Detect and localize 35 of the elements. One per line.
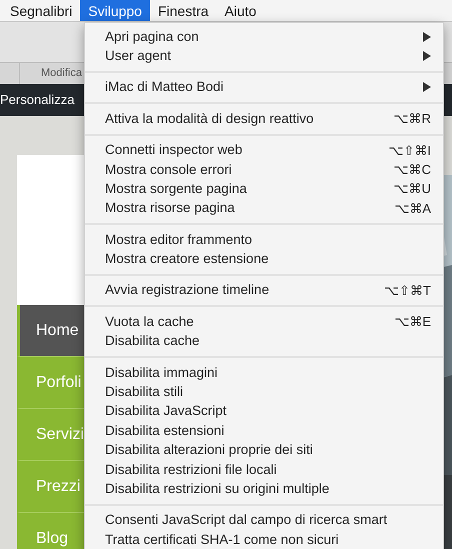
menu-item[interactable]: Disabilita JavaScript (85, 402, 443, 422)
menu-item[interactable]: Disabilita restrizioni su origini multiple (85, 479, 443, 499)
menu-item[interactable]: Apri pagina con (85, 27, 443, 46)
menu-bar-item[interactable]: Finestra (150, 0, 217, 21)
menu-item[interactable]: Mostra editor frammento (85, 230, 443, 250)
shortcut-label: ⌥⌘A (394, 200, 431, 218)
menu-item[interactable]: Vuota la cache ⌥⌘E (85, 312, 443, 332)
menu-item[interactable]: Disabilita estensioni (85, 421, 443, 441)
menu-item[interactable]: Disabilita cache (85, 332, 443, 352)
menu-item[interactable]: User agent (85, 46, 443, 66)
menu-item[interactable]: Mostra creatore estensione (85, 250, 443, 269)
shortcut-label: ⌥⌘R (394, 110, 431, 128)
menu-item[interactable]: Disabilita restrizioni file locali (85, 460, 443, 480)
menu-bar-item[interactable]: Aiuto (216, 0, 264, 21)
shortcut-label: ⌥⌘C (394, 160, 431, 179)
menu-item[interactable]: Connetti inspector web ⌥⇧⌘I (85, 140, 443, 160)
menu-item[interactable]: Avvia registrazione timeline ⌥⇧⌘T (85, 280, 443, 300)
tab-label[interactable]: Modifica (20, 63, 82, 84)
menu-bar-item[interactable]: Sviluppo (80, 0, 150, 21)
menu-item[interactable]: Attiva la modalità di design reattivo ⌥⌘R (85, 109, 443, 129)
menu-item[interactable]: iMac di Matteo Bodi (85, 78, 443, 98)
menu-item[interactable]: Disabilita stili (85, 382, 443, 402)
menu-item[interactable]: Mostra console errori ⌥⌘C (85, 160, 443, 180)
shortcut-label: ⌥⇧⌘T (384, 282, 431, 300)
menu-item[interactable]: Disabilita alterazioni proprie dei siti (85, 440, 443, 460)
menu-item[interactable]: Mostra sorgente pagina ⌥⌘U (85, 179, 443, 199)
shortcut-label: ⌥⇧⌘I (388, 142, 431, 160)
menu-item[interactable]: Mostra risorse pagina ⌥⌘A (85, 198, 443, 218)
menu-item[interactable]: Tratta certificati SHA-1 come non sicuri (85, 530, 443, 549)
shortcut-label: ⌥⌘U (394, 180, 431, 198)
menu-bar-item[interactable]: Segnalibri (2, 0, 80, 21)
shortcut-label: ⌥⌘E (394, 313, 431, 332)
menu-item[interactable]: Disabilita immagini (85, 363, 443, 382)
menu-item[interactable]: Consenti JavaScript dal campo di ricerca smart (85, 510, 443, 530)
customize-link[interactable]: Personalizza (0, 84, 74, 116)
